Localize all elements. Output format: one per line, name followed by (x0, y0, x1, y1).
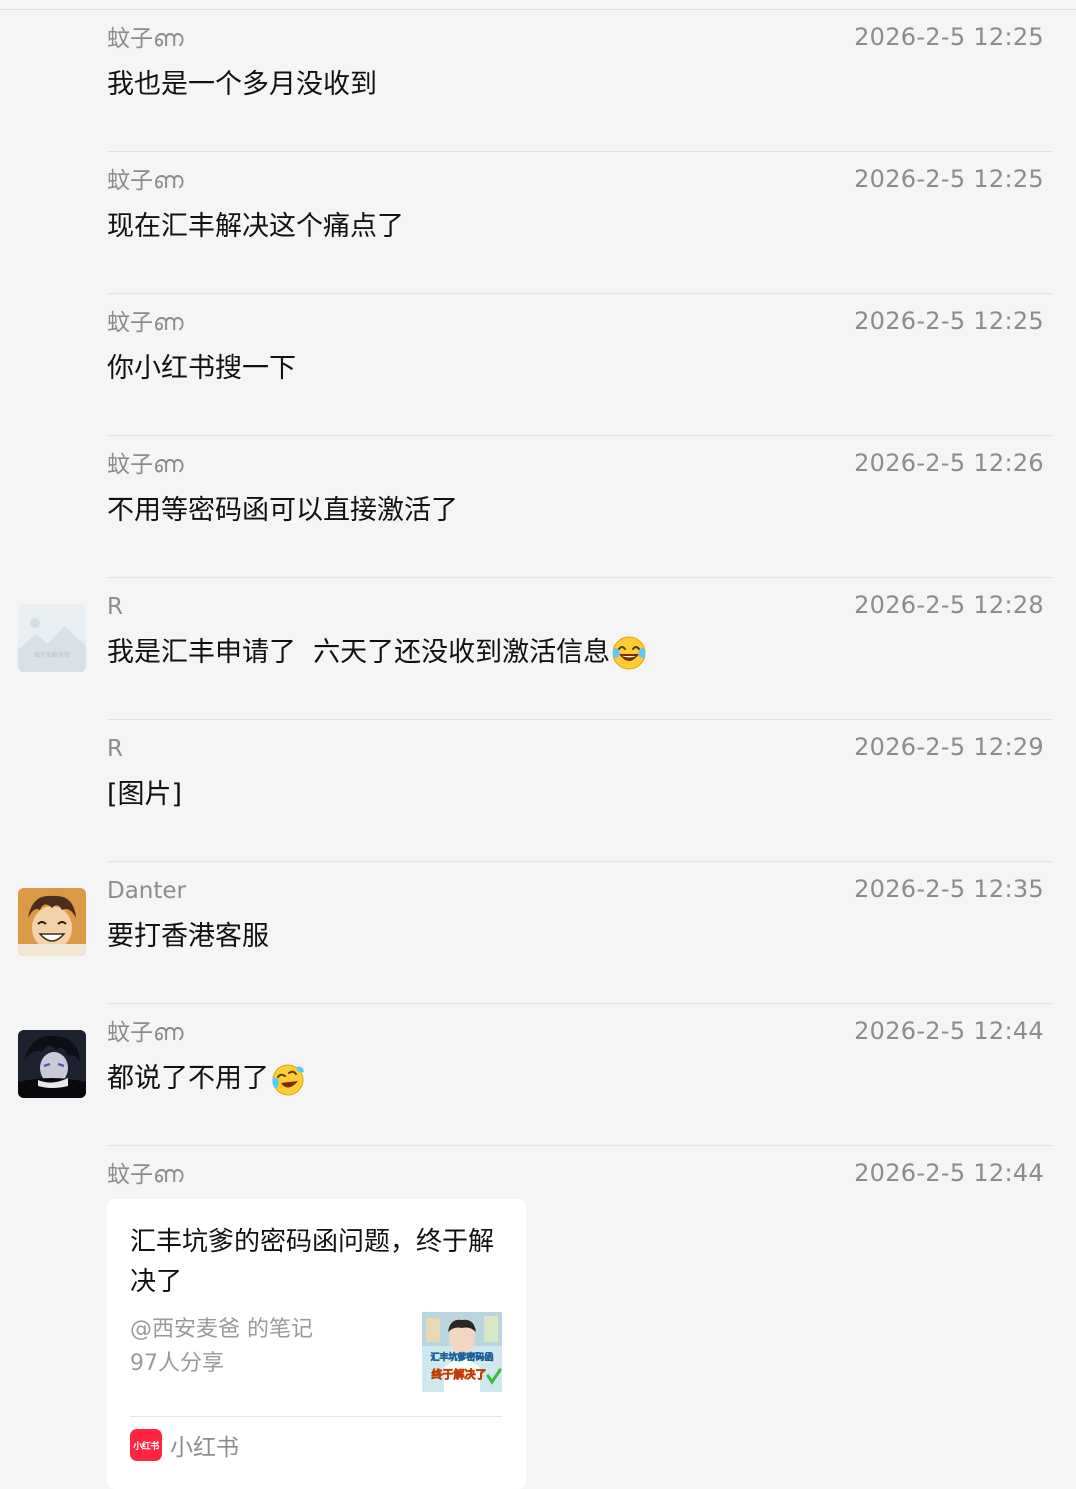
sender-name[interactable]: Danter (107, 876, 186, 906)
message-item[interactable]: R 2026-2-5 12:29 [图片] (0, 720, 1076, 862)
sender-name[interactable]: 蚊子ണ (107, 308, 184, 338)
message-text-content: 我是汇丰申请了 六天了还没收到激活信息 (107, 637, 611, 668)
sender-name[interactable]: 蚊子ണ (107, 450, 184, 480)
message-time: 2026-2-5 12:29 (854, 733, 1044, 761)
message-text: 我也是一个多月没收到 (107, 69, 377, 100)
message-time: 2026-2-5 12:26 (854, 449, 1044, 477)
sender-name[interactable]: 蚊子ണ (107, 1160, 184, 1190)
top-edge (0, 0, 1076, 10)
dark-anime-avatar[interactable] (18, 1030, 86, 1098)
sender-name[interactable]: 蚊子ണ (107, 24, 184, 54)
anime-boy-avatar-icon (18, 888, 86, 956)
message-time: 2026-2-5 12:28 (854, 591, 1044, 619)
message-text: 现在汇丰解决这个痛点了 (107, 211, 404, 242)
message-time: 2026-2-5 12:25 (854, 307, 1044, 335)
sender-name[interactable]: R (107, 592, 123, 622)
message-time: 2026-2-5 12:35 (854, 875, 1044, 903)
message-item[interactable]: 蚊子ണ 2026-2-5 12:25 现在汇丰解决这个痛点了 (0, 152, 1076, 294)
laughing-tears-emoji-icon (612, 636, 646, 670)
message-item[interactable]: Danter 2026-2-5 12:35 要打香港客服 (0, 862, 1076, 1004)
card-source-label: 小红书 (170, 1435, 239, 1461)
anime-boy-avatar[interactable] (18, 888, 86, 956)
message-time: 2026-2-5 12:44 (854, 1017, 1044, 1045)
message-time: 2026-2-5 12:25 (854, 23, 1044, 51)
message-item[interactable]: 蚊子ണ 2026-2-5 12:26 不用等密码函可以直接激活了 (0, 436, 1076, 578)
sender-name[interactable]: R (107, 734, 123, 764)
image-placeholder-icon: 图片加载失败 (18, 604, 86, 672)
card-divider (130, 1416, 502, 1417)
avatar-caption: 图片加载失败 (34, 651, 70, 659)
dark-anime-avatar-icon (18, 1030, 86, 1098)
card-share-count: 97人分享 (130, 1351, 224, 1376)
message-item[interactable]: 图片加载失败 R 2026-2-5 12:28 我是汇丰申请了 六天了还没收到激… (0, 578, 1076, 720)
message-time: 2026-2-5 12:25 (854, 165, 1044, 193)
message-text: 我是汇丰申请了 六天了还没收到激活信息 (107, 635, 647, 671)
message-text: 都说了不用了 (107, 1061, 306, 1097)
note-thumbnail-image: 汇丰坑爹密码函 终于解决了 (422, 1312, 502, 1392)
image-message-placeholder[interactable]: [图片] (107, 777, 182, 813)
xiaohongshu-logo-icon: 小红书 (130, 1429, 162, 1461)
message-item[interactable]: 蚊子ണ 2026-2-5 12:25 你小红书搜一下 (0, 294, 1076, 436)
message-item[interactable]: 蚊子ണ 2026-2-5 12:44 都说了不用了 (0, 1004, 1076, 1146)
shared-note-card[interactable]: 汇丰坑爹的密码函问题，终于解决了 @西安麦爸 的笔记 97人分享 汇丰坑爹密码函… (107, 1199, 526, 1489)
message-text: 不用等密码函可以直接激活了 (107, 495, 458, 526)
crying-laughing-emoji-icon (272, 1064, 304, 1096)
message-item[interactable]: 蚊子ണ 2026-2-5 12:25 我也是一个多月没收到 (0, 10, 1076, 152)
card-title: 汇丰坑爹的密码函问题，终于解决了 (130, 1227, 495, 1297)
placeholder-image-avatar[interactable]: 图片加载失败 (18, 604, 86, 672)
thumb-caption-line-2: 终于解决了 (432, 1367, 487, 1381)
message-time: 2026-2-5 12:44 (854, 1159, 1044, 1187)
message-text: 你小红书搜一下 (107, 353, 296, 384)
card-source: 小红书 小红书 (130, 1429, 239, 1461)
thumb-caption-line-1: 汇丰坑爹密码函 (430, 1351, 493, 1363)
sender-name[interactable]: 蚊子ണ (107, 166, 184, 196)
sender-name[interactable]: 蚊子ണ (107, 1018, 184, 1048)
card-thumbnail: 汇丰坑爹密码函 终于解决了 (422, 1312, 502, 1392)
message-text: 要打香港客服 (107, 921, 269, 952)
card-author: @西安麦爸 的笔记 (130, 1317, 313, 1342)
message-text-content: 都说了不用了 (107, 1063, 269, 1094)
